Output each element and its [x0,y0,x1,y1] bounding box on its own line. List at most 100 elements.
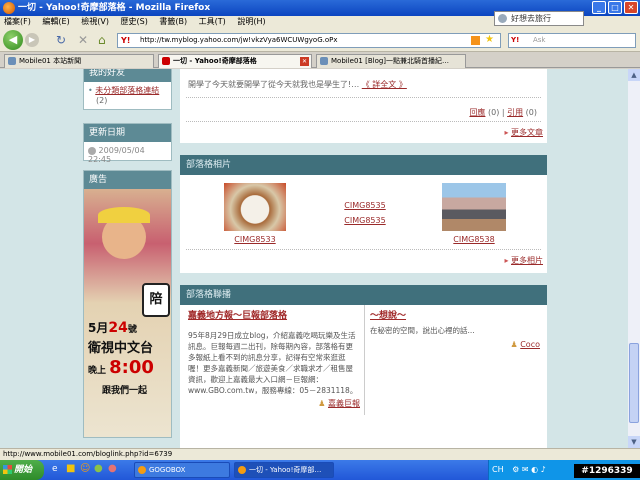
tab-label: Mobile01 [Blog]一點兼北騎首播紀… [331,57,450,65]
menu-history[interactable]: 歷史(S) [121,17,148,26]
scroll-up-icon[interactable]: ▲ [628,69,640,81]
ad-time: 晚上 8:00 [88,357,154,378]
menu-help[interactable]: 說明(H) [237,17,265,26]
search-placeholder: Ask [533,36,546,44]
tab-bar: Mobile01 本站新聞 一切 - Yahoo!奇摩部落格 ✕ Mobile0… [0,53,640,68]
site-favicon: Y! [121,36,135,45]
back-button[interactable]: ◀ [3,30,23,50]
blog-link-left: 嘉義地方報～巨報部落格 95年8月29日成立blog，介紹嘉義吃喝玩樂及生活訊息… [188,308,360,409]
address-bar[interactable]: Y! http://tw.myblog.yahoo.com/jw!vkzVya6… [117,33,501,48]
photo-thumbnail-noodles[interactable] [224,183,286,231]
blog-link-body: 95年8月29日成立blog，介紹嘉義吃喝玩樂及生活訊息。巨報每週二出刊，除每期… [188,331,358,395]
blog-link-author[interactable]: ♟ Coco [370,340,541,349]
minimize-button[interactable]: _ [592,1,606,14]
tab-mobile01-news[interactable]: Mobile01 本站新聞 [4,54,154,68]
maximize-button[interactable]: □ [608,1,622,14]
photos-section: 部落格相片 CIMG8533 CIMG8535 CIMG8535 CIMG853… [180,155,547,273]
ad-channel: 衛視中文台 [88,341,154,356]
divider [186,121,541,122]
close-window-button[interactable]: ✕ [624,1,638,14]
login-box[interactable]: 好想去旅行 [494,11,584,26]
update-date: 2009/05/04 22:45 [88,146,145,164]
taskbar-item-gogobox[interactable]: GOGOBOX [134,462,230,478]
reload-icon[interactable]: ↻ [56,33,66,47]
start-button[interactable]: 開始 [0,460,44,480]
photo-caption[interactable]: CIMG8533 [224,235,286,244]
gogobox-icon [138,466,146,474]
divider [186,249,541,250]
quicklaunch-app-icon[interactable]: ● [108,463,117,474]
yahoo-favicon [162,57,170,65]
search-box[interactable]: Y! Ask [508,33,636,48]
menu-file[interactable]: 檔案(F) [4,17,31,26]
quicklaunch-app-icon[interactable]: ● [94,463,103,474]
blog-link-author[interactable]: ♟ 嘉義巨報 [188,398,360,409]
bookmark-star-icon[interactable]: ★ [485,33,494,46]
blog-links-section: 部落格聯播 嘉義地方報～巨報部落格 95年8月29日成立blog，介紹嘉義吃喝玩… [180,285,547,448]
forward-button[interactable]: ▶ [25,33,39,47]
more-articles[interactable]: ▸ 更多文章 [504,127,543,138]
sidebar-update-box: 更新日期 2009/05/04 22:45 [83,123,172,164]
ad-badge: 陪 [142,283,170,317]
links-count: (2) [96,96,108,105]
cite-link[interactable]: 引用 [507,108,523,117]
page-content: 我的好友 • 未分類部落格連結 (2) 更新日期 2009/05/04 22:4… [0,69,628,448]
vertical-scrollbar[interactable]: ▲ ▼ [628,69,640,448]
quicklaunch-folder-icon[interactable]: ■ [66,463,75,474]
menu-view[interactable]: 檢視(V) [81,17,109,26]
photo-caption[interactable]: CIMG8535 [330,216,400,225]
menu-edit[interactable]: 編輯(E) [42,17,69,26]
tray-icons[interactable]: ⚙ ✉ ◐ ♪ [512,465,546,474]
more-photos[interactable]: ▸ 更多相片 [504,255,543,266]
menu-bookmarks[interactable]: 書籤(B) [159,17,187,26]
photos-heading: 部落格相片 [180,155,547,175]
search-engine-icon[interactable]: Y! [511,35,527,46]
photo-caption[interactable]: CIMG8538 [442,235,506,244]
quicklaunch-ie-icon[interactable]: e [52,464,58,474]
tab-label: Mobile01 本站新聞 [19,57,82,65]
firefox-icon [3,2,15,14]
menu-tools[interactable]: 工具(T) [199,17,226,26]
clock-icon [88,146,96,155]
ad-hat-image [98,207,150,223]
home-icon[interactable]: ⌂ [98,33,106,47]
ad-heading: 廣告 [84,171,171,189]
user-icon: ♟ [510,340,518,349]
more-photos-link[interactable]: 更多相片 [511,256,543,265]
more-articles-link[interactable]: 更多文章 [511,128,543,137]
blog-link-title[interactable]: 嘉義地方報～巨報部落格 [188,308,360,321]
language-indicator[interactable]: CH [492,465,504,474]
ad-banner[interactable]: 陪 5月24號 衛視中文台 晚上 8:00 跟我們一起 [84,189,171,437]
mobile01-favicon [320,57,328,65]
read-more-link[interactable]: 《 詳全文 》 [362,80,407,89]
blog-link-title[interactable]: ～想說～ [370,308,540,321]
uncategorized-links[interactable]: 未分類部落格連結 [95,86,159,95]
photo-caption[interactable]: CIMG8535 [330,201,400,210]
stop-icon[interactable]: ✕ [78,33,88,47]
mobile01-favicon [8,57,16,65]
close-tab-icon[interactable]: ✕ [300,57,309,66]
post-meta: 回應 (0) | 引用 (0) [469,108,537,117]
tab-mobile01-blog[interactable]: Mobile01 [Blog]一點兼北騎首播紀… [316,54,466,68]
column-divider [364,305,365,415]
bullet-icon: • [88,86,93,95]
reply-link[interactable]: 回應 [469,108,485,117]
blog-link-body: 在秘密的空間，說出心裡的話... [370,326,475,335]
status-bar: http://www.mobile01.com/bloglink.php?id=… [0,448,640,460]
ad-date: 5月24號 [88,320,137,336]
taskbar-item-firefox[interactable]: 一切 - Yahoo!奇摩部… [234,462,334,478]
url-text: http://tw.myblog.yahoo.com/jw!vkzVya6WCU… [140,36,338,44]
user-icon [498,14,507,23]
blog-links-heading: 部落格聯播 [180,285,547,305]
scroll-down-icon[interactable]: ▼ [628,436,640,448]
photo-thumbnail-street[interactable] [442,183,506,231]
tab-yahoo-blog[interactable]: 一切 - Yahoo!奇摩部落格 ✕ [158,54,312,68]
scrollbar-thumb[interactable] [629,343,639,423]
firefox-icon [238,466,246,474]
sidebar-links-box: 我的好友 • 未分類部落格連結 (2) [83,69,172,110]
quicklaunch-smiley-icon[interactable]: ☺ [80,463,90,474]
login-label: 好想去旅行 [511,14,551,23]
rss-icon[interactable] [471,36,480,45]
post-section: 開學了今天就要開學了從今天就我也是學生了!… 《 詳全文 》 回應 (0) | … [180,69,547,143]
navigation-toolbar: ◀ ▶ ↻ ✕ ⌂ Y! http://tw.myblog.yahoo.com/… [0,28,640,52]
